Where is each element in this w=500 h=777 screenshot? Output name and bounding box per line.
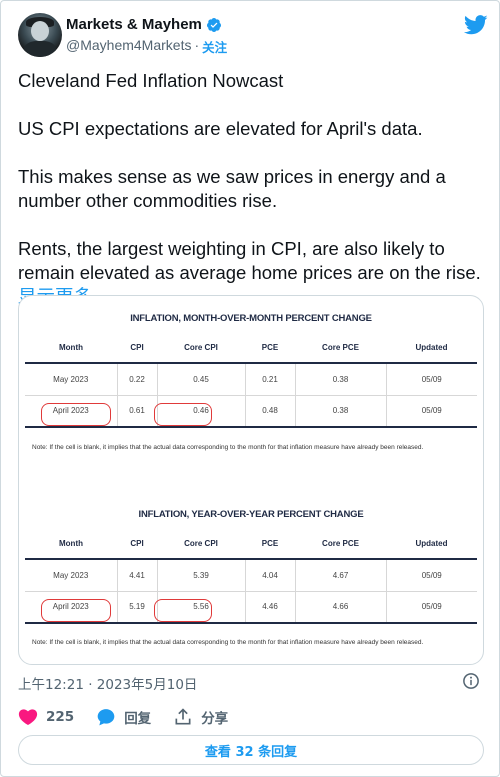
highlight-circle bbox=[154, 599, 212, 622]
table-title: INFLATION, YEAR-OVER-YEAR PERCENT CHANGE bbox=[138, 509, 364, 520]
author-names: Markets & Mayhem @Mayhem4Markets · 关注 bbox=[66, 16, 227, 56]
heart-icon bbox=[18, 709, 38, 725]
table-cell: May 2023 bbox=[25, 559, 118, 592]
table-cell: 05/09 bbox=[386, 591, 477, 624]
column-header: Core CPI bbox=[157, 333, 245, 364]
tweet-paragraph: Cleveland Fed Inflation Nowcast bbox=[18, 70, 284, 91]
share-button[interactable]: 分享 bbox=[173, 707, 228, 727]
share-label: 分享 bbox=[201, 711, 229, 727]
table-cell: 0.48 bbox=[245, 395, 296, 428]
table-cell: 4.04 bbox=[245, 559, 296, 592]
author-handle[interactable]: @Mayhem4Markets bbox=[66, 37, 191, 56]
tweet-paragraph: This makes sense as we saw prices in ene… bbox=[18, 166, 446, 211]
table-header-row: Month CPI Core CPI PCE Core PCE Updated bbox=[25, 529, 477, 560]
table-cell: 0.61 bbox=[117, 395, 158, 428]
reply-bubble-icon bbox=[97, 709, 115, 726]
table-header-row: Month CPI Core CPI PCE Core PCE Updated bbox=[25, 333, 477, 364]
tweet-image[interactable]: INFLATION, MONTH-OVER-MONTH PERCENT CHAN… bbox=[18, 295, 484, 665]
table-row: May 2023 0.22 0.45 0.21 0.38 05/09 bbox=[25, 363, 477, 396]
table-cell: 4.66 bbox=[295, 591, 387, 624]
column-header: Core PCE bbox=[295, 333, 386, 364]
table-cell: 4.46 bbox=[245, 591, 296, 624]
column-header: CPI bbox=[117, 529, 157, 560]
table-cell: 05/09 bbox=[386, 559, 477, 592]
handle-line: @Mayhem4Markets · 关注 bbox=[66, 37, 227, 56]
tweet-paragraph: Rents, the largest weighting in CPI, are… bbox=[18, 238, 481, 283]
highlight-circle bbox=[41, 403, 111, 426]
table-cell: 0.45 bbox=[157, 363, 246, 396]
column-header: PCE bbox=[245, 529, 295, 560]
info-icon[interactable] bbox=[462, 672, 480, 690]
reply-label: 回复 bbox=[124, 711, 152, 727]
avatar[interactable] bbox=[18, 13, 62, 57]
highlight-circle bbox=[154, 403, 212, 426]
tweet-card: Markets & Mayhem @Mayhem4Markets · 关注 Cl… bbox=[0, 0, 500, 777]
share-icon bbox=[175, 708, 191, 725]
like-button[interactable]: 225 bbox=[18, 707, 74, 727]
table-title: INFLATION, MONTH-OVER-MONTH PERCENT CHAN… bbox=[130, 313, 372, 324]
column-header: CPI bbox=[117, 333, 157, 364]
table-cell: 05/09 bbox=[386, 395, 477, 428]
column-header: Updated bbox=[386, 333, 477, 364]
author-display-name[interactable]: Markets & Mayhem bbox=[66, 16, 202, 33]
like-count: 225 bbox=[46, 709, 75, 725]
separator-dot: · bbox=[194, 37, 200, 53]
author-display-name-row[interactable]: Markets & Mayhem bbox=[66, 16, 227, 33]
reply-button[interactable]: 回复 bbox=[96, 707, 151, 727]
column-header: Month bbox=[25, 529, 117, 560]
tweet-paragraph: US CPI expectations are elevated for Apr… bbox=[18, 118, 423, 139]
table-cell: May 2023 bbox=[25, 363, 118, 396]
table-cell: 0.38 bbox=[295, 363, 387, 396]
table-cell: 05/09 bbox=[386, 363, 477, 396]
action-bar: 225 回复 分享 bbox=[18, 707, 250, 727]
table-cell: 5.39 bbox=[157, 559, 246, 592]
table-cell: 4.67 bbox=[295, 559, 387, 592]
table-cell: 4.41 bbox=[117, 559, 158, 592]
tweet-timestamp[interactable]: 上午12:21 · 2023年5月10日 bbox=[18, 673, 197, 693]
table-cell: 0.21 bbox=[245, 363, 296, 396]
tweet-header: Markets & Mayhem @Mayhem4Markets · 关注 bbox=[18, 13, 488, 57]
follow-button[interactable]: 关注 bbox=[202, 37, 227, 56]
view-replies-button[interactable]: 查看 32 条回复 bbox=[18, 735, 484, 765]
table-cell: 0.22 bbox=[117, 363, 158, 396]
twitter-bird-icon[interactable] bbox=[464, 15, 488, 35]
table-cell: 0.38 bbox=[295, 395, 387, 428]
column-header: Updated bbox=[386, 529, 477, 560]
column-header: PCE bbox=[245, 333, 295, 364]
verified-badge-icon bbox=[206, 17, 221, 32]
table-note: Note: If the cell is blank, it implies t… bbox=[32, 444, 424, 451]
column-header: Core PCE bbox=[295, 529, 386, 560]
column-header: Month bbox=[25, 333, 117, 364]
table-cell: 5.19 bbox=[117, 591, 158, 624]
highlight-circle bbox=[41, 599, 111, 622]
table-note: Note: If the cell is blank, it implies t… bbox=[32, 639, 424, 646]
table-row: May 2023 4.41 5.39 4.04 4.67 05/09 bbox=[25, 559, 477, 592]
column-header: Core CPI bbox=[157, 529, 245, 560]
